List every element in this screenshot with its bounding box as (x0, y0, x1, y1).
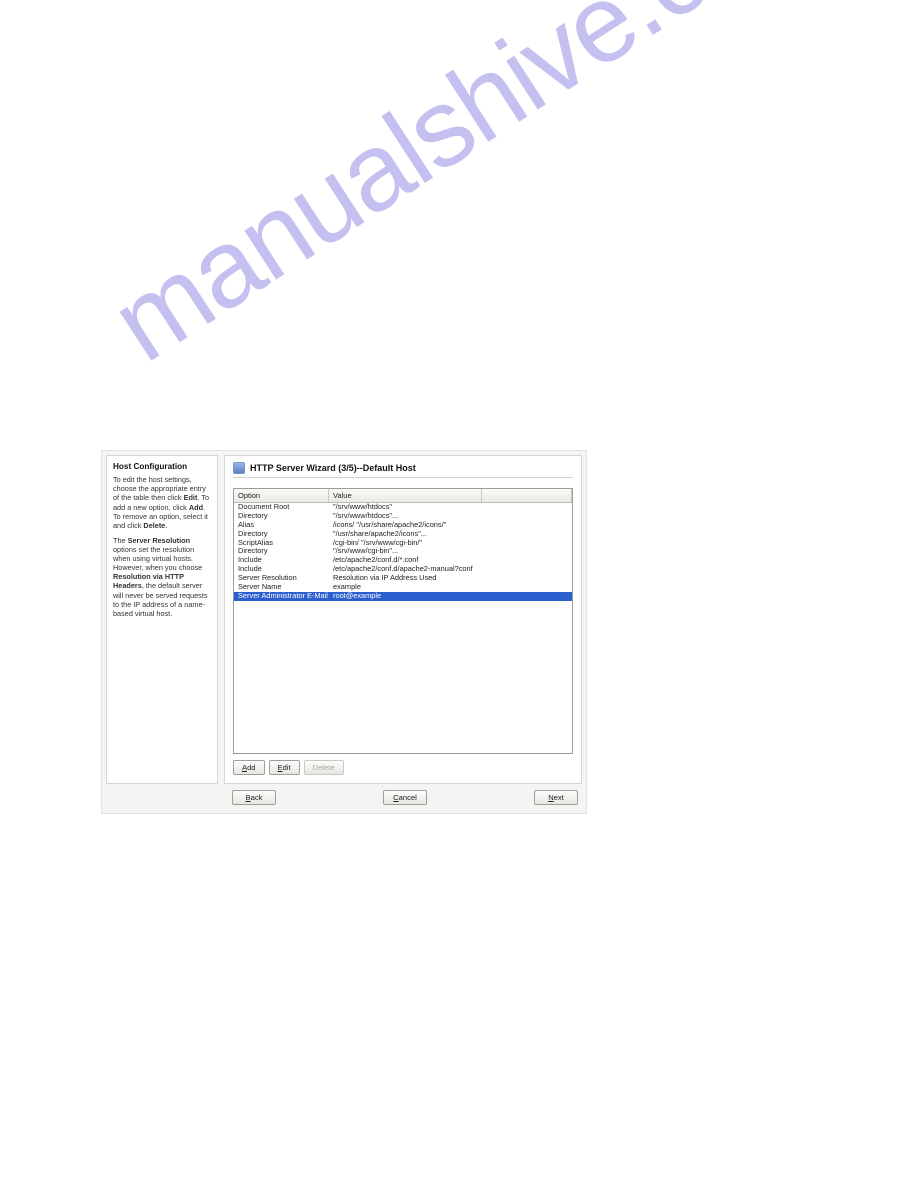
sidebar-para-1: To edit the host settings, choose the ap… (113, 475, 211, 530)
sidebar-bold-server-resolution: Server Resolution (128, 536, 190, 545)
cell-option: Document Root (234, 503, 329, 512)
btn-label: Delete (313, 763, 335, 772)
add-button[interactable]: Add (233, 760, 265, 775)
table-row[interactable]: Directory"/srv/www/htdocs"... (234, 512, 572, 521)
cell-value: /icons/ "/usr/share/apache2/icons/" (329, 521, 572, 530)
sidebar-text: . (165, 521, 167, 530)
btn-rest: ancel (399, 793, 417, 802)
cell-value: root@example (329, 592, 572, 601)
wizard-footer: Back Cancel Next (102, 784, 586, 813)
watermark-text: manualshive.com (90, 0, 852, 387)
cell-value: "/srv/www/htdocs"... (329, 512, 572, 521)
cell-option: Directory (234, 530, 329, 539)
sidebar-bold-add: Add (189, 503, 203, 512)
wizard-window: Host Configuration To edit the host sett… (101, 450, 587, 814)
content-panel: HTTP Server Wizard (3/5)--Default Host O… (224, 455, 582, 784)
column-header-value[interactable]: Value (329, 489, 482, 502)
main-row: Host Configuration To edit the host sett… (102, 451, 586, 784)
table-row[interactable]: Server Nameexample (234, 583, 572, 592)
table-row[interactable]: Directory"/srv/www/cgi-bin"... (234, 547, 572, 556)
sidebar-para-2: The Server Resolution options set the re… (113, 536, 211, 618)
table-row[interactable]: Server ResolutionResolution via IP Addre… (234, 574, 572, 583)
table-row[interactable]: Alias/icons/ "/usr/share/apache2/icons/" (234, 521, 572, 530)
table-row[interactable]: ScriptAlias/cgi-bin/ "/srv/www/cgi-bin/" (234, 539, 572, 548)
cell-value: "/usr/share/apache2/icons"... (329, 530, 572, 539)
content-header: HTTP Server Wizard (3/5)--Default Host (233, 462, 573, 478)
cell-option: Directory (234, 547, 329, 556)
table-header-row: Option Value (234, 489, 572, 503)
table-row[interactable]: Server Administrator E-Mailroot@example (234, 592, 572, 601)
cell-value: Resolution via IP Address Used (329, 574, 572, 583)
table-button-row: Add Edit Delete (233, 760, 573, 775)
cell-value: example (329, 583, 572, 592)
cell-value: "/srv/www/cgi-bin"... (329, 547, 572, 556)
btn-rest: dd (247, 763, 255, 772)
cell-option: Include (234, 565, 329, 574)
help-sidebar: Host Configuration To edit the host sett… (106, 455, 218, 784)
sidebar-text: options set the resolution when using vi… (113, 545, 202, 572)
cell-option: Alias (234, 521, 329, 530)
table-row[interactable]: Directory"/usr/share/apache2/icons"... (234, 530, 572, 539)
cell-option: Include (234, 556, 329, 565)
table-body: Document Root"/srv/www/htdocs"Directory"… (234, 503, 572, 753)
back-button[interactable]: Back (232, 790, 276, 805)
sidebar-title: Host Configuration (113, 462, 211, 472)
cell-option: Server Resolution (234, 574, 329, 583)
cell-option: Server Administrator E-Mail (234, 592, 329, 601)
cell-option: Server Name (234, 583, 329, 592)
table-row[interactable]: Document Root"/srv/www/htdocs" (234, 503, 572, 512)
sidebar-text: The (113, 536, 128, 545)
column-header-spacer (482, 489, 572, 502)
table-row[interactable]: Include/etc/apache2/conf.d/apache2-manua… (234, 565, 572, 574)
server-icon (233, 462, 245, 474)
cell-value: /etc/apache2/conf.d/*.conf (329, 556, 572, 565)
cell-value: "/srv/www/htdocs" (329, 503, 572, 512)
btn-rest: ack (251, 793, 263, 802)
cancel-button[interactable]: Cancel (383, 790, 427, 805)
options-table[interactable]: Option Value Document Root"/srv/www/htdo… (233, 488, 573, 754)
cell-value: /etc/apache2/conf.d/apache2-manual?conf (329, 565, 572, 574)
cell-option: Directory (234, 512, 329, 521)
sidebar-bold-edit: Edit (184, 493, 198, 502)
page-title: HTTP Server Wizard (3/5)--Default Host (250, 463, 416, 473)
btn-rest: dit (283, 763, 291, 772)
cell-value: /cgi-bin/ "/srv/www/cgi-bin/" (329, 539, 572, 548)
sidebar-bold-delete: Delete (143, 521, 165, 530)
btn-rest: ext (554, 793, 564, 802)
edit-button[interactable]: Edit (269, 760, 300, 775)
column-header-option[interactable]: Option (234, 489, 329, 502)
table-row[interactable]: Include/etc/apache2/conf.d/*.conf (234, 556, 572, 565)
delete-button: Delete (304, 760, 344, 775)
next-button[interactable]: Next (534, 790, 578, 805)
cell-option: ScriptAlias (234, 539, 329, 548)
